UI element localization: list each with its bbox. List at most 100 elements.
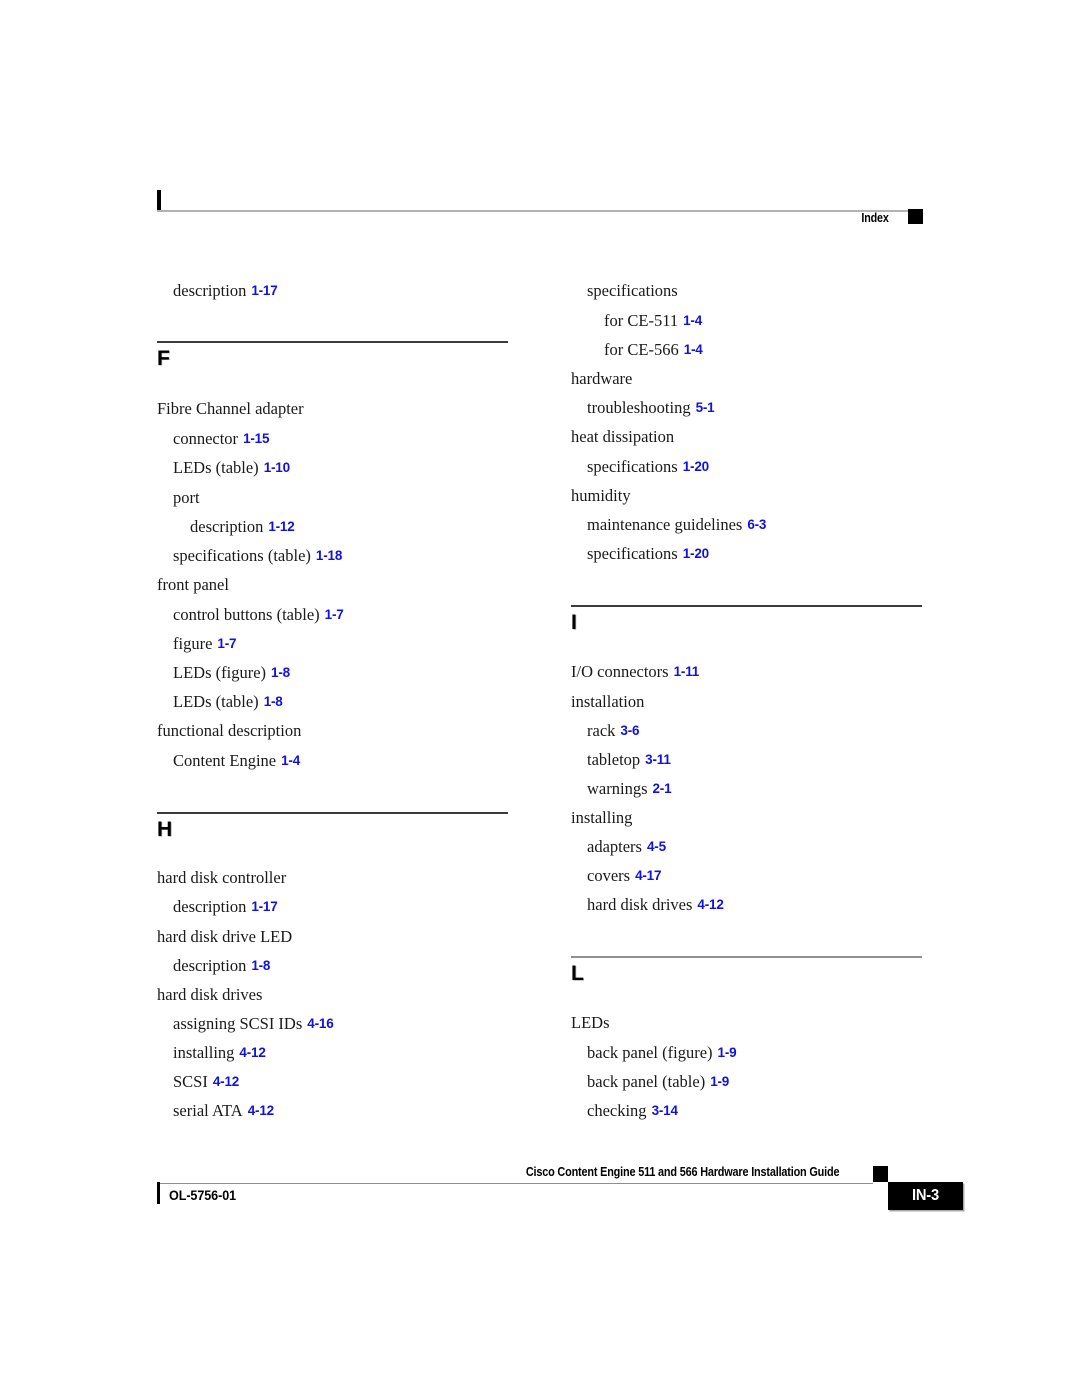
index-entry: description 1-17 [173,281,278,300]
index-page-reference[interactable]: 1-8 [266,665,290,680]
index-entry-label: rack [587,721,616,740]
index-entry-label: hard disk drive LED [157,927,293,946]
index-entry-label: adapters [587,837,642,856]
index-entry: checking 3-14 [587,1102,678,1120]
index-page-reference[interactable]: 1-17 [246,899,277,914]
index-page-reference[interactable]: 1-17 [246,283,277,298]
index-section-letter: F [157,347,170,370]
index-entry-label: specifications (table) [173,546,311,565]
index-page-reference[interactable]: 3-14 [647,1103,678,1118]
index-entry-label: LEDs (figure) [173,663,267,682]
index-page-reference[interactable]: 1-9 [713,1045,737,1060]
index-page-reference[interactable]: 1-20 [678,546,709,561]
index-entry: troubleshooting 5-1 [587,398,715,417]
footer-rule [157,1183,873,1185]
index-section-rule [157,341,508,343]
index-entry: I/O connectors 1-11 [571,663,700,681]
index-entry: back panel (figure) 1-9 [587,1044,737,1062]
index-entry: installing [571,808,633,827]
index-entry-label: maintenance guidelines [587,515,743,534]
index-entry-label: functional description [157,721,302,740]
index-entry-label: back panel (table) [587,1072,706,1091]
index-entry: specifications 1-20 [587,545,709,563]
footer-tick-mark [157,1182,160,1204]
index-entry-label: for CE-566 [604,340,679,359]
index-entry-label: specifications [587,281,678,300]
index-page: Index description 1-17 F Fibre Channel adap… [0,0,1080,1397]
index-entry-label: troubleshooting [587,398,691,417]
index-page-reference[interactable]: 1-10 [259,460,290,475]
index-page-reference[interactable]: 1-8 [259,694,283,709]
index-entry-label: hard disk drives [157,985,263,1004]
index-entry-label: LEDs (table) [173,692,259,711]
index-page-reference[interactable]: 1-7 [320,607,344,622]
index-page-reference[interactable]: 4-16 [302,1016,333,1031]
index-entry: front panel [157,576,229,594]
index-entry: installing 4-12 [173,1044,266,1062]
index-page-reference[interactable]: 4-12 [208,1074,239,1089]
index-entry: Fibre Channel adapter [157,400,304,418]
index-entry: port [173,488,200,507]
header-label: Index [861,211,889,225]
index-page-reference[interactable]: 1-9 [705,1074,729,1089]
index-entry: serial ATA 4-12 [173,1102,274,1120]
index-entry-label: description [173,281,247,300]
index-page-reference[interactable]: 1-4 [679,342,703,357]
index-entry-label: description [190,517,264,536]
index-entry: hard disk drives 4-12 [587,895,724,914]
index-page-reference[interactable]: 1-20 [678,459,709,474]
index-page-reference[interactable]: 3-6 [615,723,639,738]
index-page-reference[interactable]: 4-12 [234,1045,265,1060]
index-section-rule [571,605,922,607]
index-page-reference[interactable]: 1-15 [238,431,269,446]
index-entry-label: control buttons (table) [173,605,320,624]
index-page-reference[interactable]: 4-12 [243,1103,274,1118]
index-section-letter: L [571,962,584,985]
index-entry: hardware [571,370,632,388]
index-page-reference[interactable]: 1-12 [263,519,294,534]
index-page-reference[interactable]: 6-3 [742,517,766,532]
index-page-reference[interactable]: 1-8 [246,958,270,973]
index-entry-label: hard disk controller [157,868,287,887]
index-entry: LEDs (table) 1-10 [173,459,290,477]
index-page-reference[interactable]: 1-18 [311,548,342,563]
index-page-reference[interactable]: 1-4 [678,313,702,328]
index-entry-label: hard disk drives [587,895,693,914]
footer-guide-title: Cisco Content Engine 511 and 566 Hardwar… [525,1165,840,1179]
index-entry: tabletop 3-11 [587,751,671,769]
index-entry: installation [571,693,644,711]
index-entry: figure 1-7 [173,635,237,653]
index-entry-label: covers [587,866,631,885]
footer-square-marker [873,1166,888,1182]
index-entry: specifications 1-20 [587,457,709,476]
index-entry-label: connector [173,429,239,448]
index-page-reference[interactable]: 2-1 [648,781,672,796]
index-entry: hard disk drive LED [157,927,293,946]
index-page-reference[interactable]: 1-11 [669,664,700,679]
index-entry: description 1-8 [173,957,270,975]
index-entry-label: specifications [587,457,678,476]
index-entry: functional description [157,721,302,740]
index-page-reference[interactable]: 1-7 [212,636,236,651]
index-entry: hard disk drives [157,985,263,1004]
index-page-reference[interactable]: 1-4 [276,753,300,768]
index-entry-label: humidity [571,486,631,505]
index-entry: for CE-511 1-4 [604,312,702,330]
index-entry-label: description [173,897,247,916]
index-page-reference[interactable]: 4-5 [642,839,666,854]
running-footer: Cisco Content Engine 511 and 566 Hardwar… [157,1165,963,1232]
index-entry: LEDs [571,1014,610,1032]
index-entry: SCSI 4-12 [173,1073,239,1091]
index-page-reference[interactable]: 5-1 [691,400,715,415]
index-section-rule [571,956,922,958]
index-entry: heat dissipation [571,428,674,446]
index-entry: back panel (table) 1-9 [587,1072,729,1091]
index-entry: Content Engine 1-4 [173,752,300,770]
index-entry-label: warnings [587,779,648,798]
index-page-reference[interactable]: 3-11 [640,752,671,767]
index-page-reference[interactable]: 4-12 [692,897,723,912]
index-entry-label: installing [571,808,633,827]
index-entry-label: port [173,488,200,507]
header-tick-mark [157,190,161,212]
index-page-reference[interactable]: 4-17 [630,868,661,883]
